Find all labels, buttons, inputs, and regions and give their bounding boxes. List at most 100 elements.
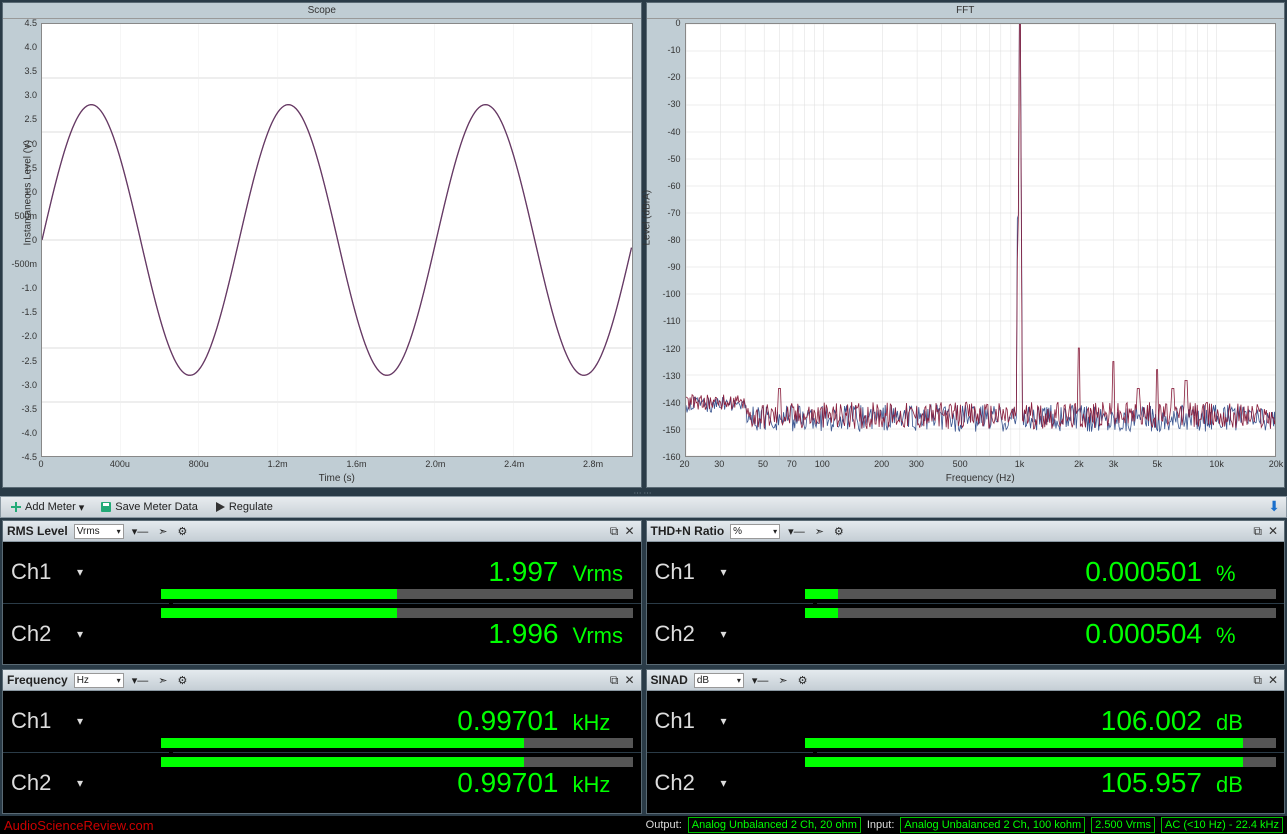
add-meter-button[interactable]: Add Meter ▾ (3, 499, 91, 516)
x-tick: 20 (679, 459, 689, 469)
meter-row: Ch2 ▾ 0.99701 kHz (3, 753, 641, 814)
meter-row: Ch1 ▾ 1.997 Vrms (3, 542, 641, 604)
x-tick: 30 (714, 459, 724, 469)
y-tick: 500m (14, 211, 37, 221)
fft-svg (686, 24, 1276, 456)
chevron-down-icon[interactable]: ▾ (77, 565, 83, 579)
scope-title: Scope (3, 3, 641, 19)
bar-mark (169, 767, 173, 777)
popout-icon[interactable]: ⧉ (608, 673, 621, 688)
bar-fill (805, 757, 1243, 767)
chevron-down-icon[interactable]: ▾ (77, 714, 83, 728)
gear-icon[interactable]: ⚙ (175, 525, 189, 538)
meter-body: Ch1 ▾ 106.002 dB Ch2 ▾ 105.957 dB (647, 691, 1285, 813)
fft-x-label: Frequency (Hz) (685, 473, 1277, 484)
meter-title: SINAD (651, 673, 688, 687)
scope-svg (42, 24, 632, 456)
chevron-down-icon[interactable]: ▾ (721, 776, 727, 790)
x-tick: 2k (1074, 459, 1084, 469)
close-icon[interactable]: ✕ (1266, 524, 1280, 539)
filter-icon[interactable]: ➣ (156, 525, 169, 538)
meter-header: RMS Level Vrms ▾— ➣ ⚙ ⧉ ✕ (3, 521, 641, 542)
meter-value: 105.957 (1101, 767, 1202, 799)
unit-select[interactable]: dB (694, 673, 744, 688)
y-tick: -4.5 (21, 452, 37, 462)
bar-fill (161, 738, 524, 748)
meter-panel-sinad: SINAD dB ▾— ➣ ⚙ ⧉ ✕ Ch1 ▾ 106.002 dB Ch2… (646, 669, 1286, 814)
vrms-status[interactable]: 2.500 Vrms (1091, 817, 1155, 833)
y-tick: 0 (32, 235, 37, 245)
x-tick: 5k (1153, 459, 1163, 469)
y-tick: -20 (667, 72, 680, 82)
x-tick: 10k (1209, 459, 1224, 469)
unit-select[interactable]: Hz (74, 673, 124, 688)
meter-unit: % (1216, 623, 1276, 649)
close-icon[interactable]: ✕ (622, 673, 636, 688)
chevron-down-icon[interactable]: ▾ (721, 714, 727, 728)
x-tick: 500 (953, 459, 968, 469)
meter-title: Frequency (7, 673, 68, 687)
download-icon[interactable]: ⬇ (1264, 498, 1284, 514)
input-status[interactable]: Analog Unbalanced 2 Ch, 100 kohm (900, 817, 1085, 833)
y-tick: 4.0 (24, 42, 37, 52)
popout-icon[interactable]: ⧉ (608, 524, 621, 539)
horizontal-splitter[interactable]: ⋯⋯ (0, 490, 1287, 496)
meter-unit: kHz (573, 772, 633, 798)
y-tick: -50 (667, 154, 680, 164)
bar-mark (813, 618, 817, 628)
line-icon[interactable]: ▾— (130, 525, 151, 538)
play-icon (214, 501, 226, 513)
unit-select[interactable]: Vrms (74, 524, 124, 539)
save-meter-button[interactable]: Save Meter Data (93, 499, 205, 515)
y-tick: 4.5 (24, 18, 37, 28)
close-icon[interactable]: ✕ (622, 524, 636, 539)
gear-icon[interactable]: ⚙ (832, 525, 846, 538)
y-tick: -80 (667, 235, 680, 245)
chevron-down-icon[interactable]: ▾ (77, 776, 83, 790)
chart-row: Scope Sound BlasterX Line Out/USB In Ins… (0, 0, 1287, 490)
popout-icon[interactable]: ⧉ (1251, 673, 1264, 688)
bar-mark (813, 767, 817, 777)
bar-fill (161, 589, 397, 599)
meter-title: THD+N Ratio (651, 524, 725, 538)
line-icon[interactable]: ▾— (130, 674, 151, 687)
filter-icon[interactable]: ➣ (776, 674, 789, 687)
meter-value: 1.997 (488, 556, 558, 588)
chevron-down-icon[interactable]: ▾ (77, 627, 83, 641)
fft-plot[interactable] (685, 23, 1277, 457)
meter-row: Ch2 ▾ 105.957 dB (647, 753, 1285, 814)
meter-title: RMS Level (7, 524, 68, 538)
popout-icon[interactable]: ⧉ (1251, 524, 1264, 539)
meter-panel-rms: RMS Level Vrms ▾— ➣ ⚙ ⧉ ✕ Ch1 ▾ 1.997 Vr… (2, 520, 642, 665)
channel-label: Ch2 (11, 770, 71, 796)
line-icon[interactable]: ▾— (786, 525, 807, 538)
filter-icon[interactable]: ➣ (156, 674, 169, 687)
gear-icon[interactable]: ⚙ (796, 674, 810, 687)
watermark: AudioScienceReview.com (4, 818, 154, 833)
fft-panel[interactable]: FFT Level (dBrA) 0-10-20-30-40-50-60-70-… (646, 2, 1286, 488)
close-icon[interactable]: ✕ (1266, 673, 1280, 688)
unit-select[interactable]: % (730, 524, 780, 539)
y-tick: -1.5 (21, 307, 37, 317)
x-tick: 100 (815, 459, 830, 469)
ac-status[interactable]: AC (<10 Hz) - 22.4 kHz (1161, 817, 1283, 833)
scope-plot[interactable] (41, 23, 633, 457)
line-icon[interactable]: ▾— (750, 674, 771, 687)
meter-row: Ch1 ▾ 0.99701 kHz (3, 691, 641, 753)
regulate-button[interactable]: Regulate (207, 499, 280, 515)
output-status[interactable]: Analog Unbalanced 2 Ch, 20 ohm (688, 817, 861, 833)
level-bar (161, 589, 633, 599)
channel-label: Ch2 (655, 770, 715, 796)
y-tick: -2.0 (21, 331, 37, 341)
level-bar (161, 738, 633, 748)
chevron-down-icon[interactable]: ▾ (721, 627, 727, 641)
channel-label: Ch1 (11, 559, 71, 585)
gear-icon[interactable]: ⚙ (175, 674, 189, 687)
scope-panel[interactable]: Scope Sound BlasterX Line Out/USB In Ins… (2, 2, 642, 488)
filter-icon[interactable]: ➣ (813, 525, 826, 538)
meter-row: Ch1 ▾ 0.000501 % (647, 542, 1285, 604)
y-tick: -140 (662, 398, 680, 408)
y-tick: 1.0 (24, 187, 37, 197)
output-label: Output: (646, 819, 682, 831)
chevron-down-icon[interactable]: ▾ (721, 565, 727, 579)
